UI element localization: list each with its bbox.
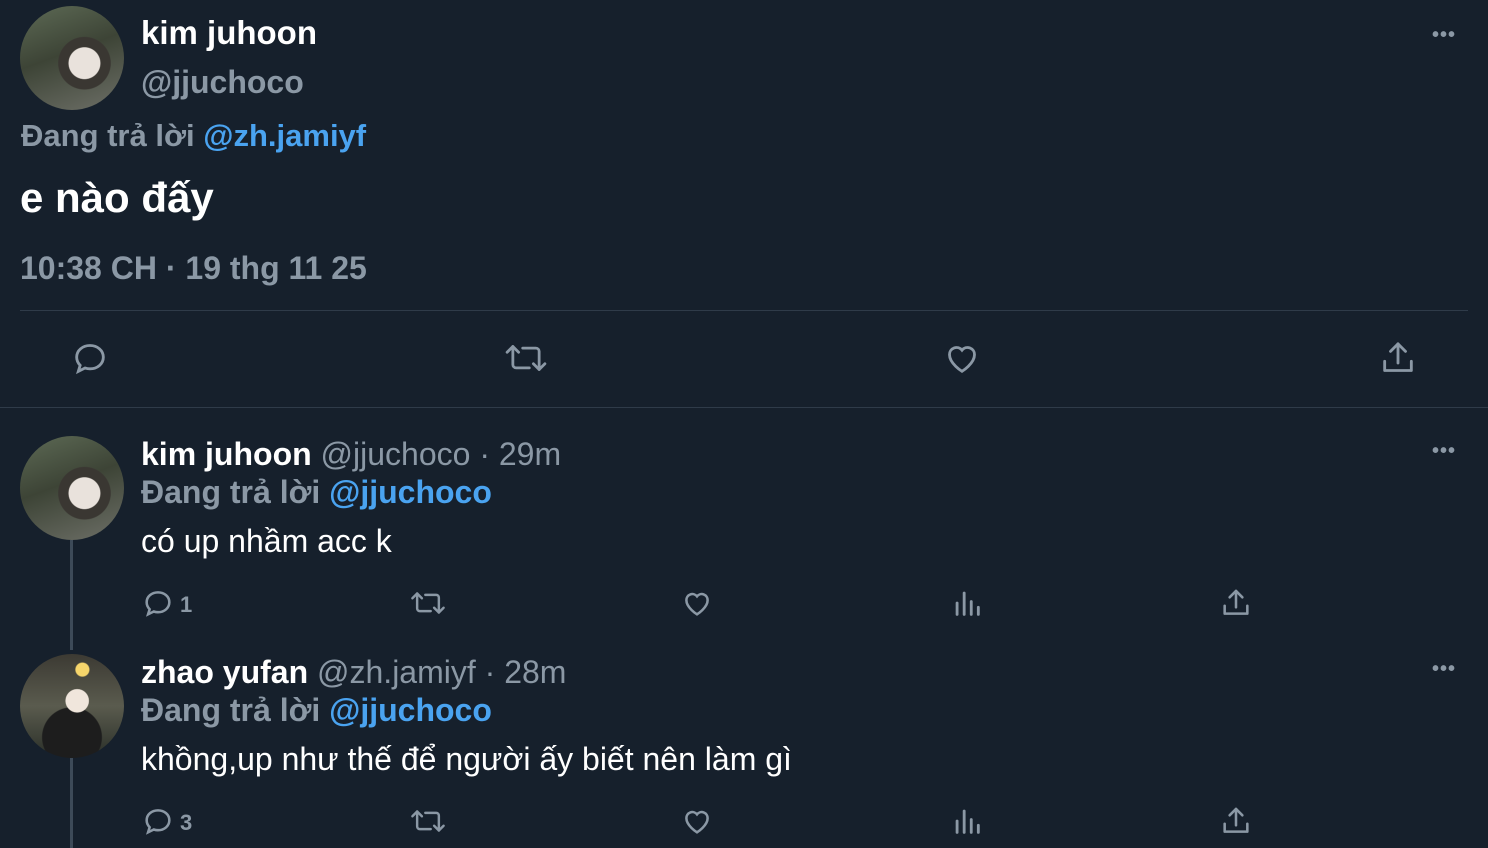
replying-to-link[interactable]: @jjuchoco: [329, 474, 492, 510]
share-icon[interactable]: [1219, 586, 1253, 620]
divider: [0, 407, 1488, 408]
replying-to-link[interactable]: @jjuchoco: [329, 692, 492, 728]
retweet-icon[interactable]: [409, 586, 447, 620]
reply-icon[interactable]: [141, 586, 175, 620]
avatar[interactable]: [20, 436, 124, 540]
retweet-icon[interactable]: [409, 804, 447, 838]
handle[interactable]: @jjuchoco: [321, 436, 471, 472]
tweet-text: có up nhầm acc k: [141, 523, 392, 559]
reply-count: 1: [180, 592, 193, 617]
analytics-icon[interactable]: [950, 804, 984, 838]
avatar[interactable]: [20, 6, 124, 110]
heart-icon[interactable]: [680, 804, 714, 838]
tweet-age[interactable]: · 28m: [485, 654, 567, 690]
replying-to: Đang trả lời @jjuchoco: [141, 474, 492, 511]
reply-count: 3: [180, 810, 193, 835]
tweet-header: zhao yufan @zh.jamiyf · 28m: [141, 654, 566, 691]
replying-to-link[interactable]: @zh.jamiyf: [203, 118, 366, 153]
replying-prefix: Đang trả lời: [141, 474, 321, 510]
reply-icon[interactable]: [70, 338, 110, 378]
thread-line: [70, 758, 73, 848]
replying-to: Đang trả lời @zh.jamiyf: [21, 118, 366, 154]
analytics-icon[interactable]: [950, 586, 984, 620]
avatar[interactable]: [20, 654, 124, 758]
display-name[interactable]: kim juhoon: [141, 436, 312, 472]
more-options-button[interactable]: •••: [1432, 440, 1456, 463]
thread-line: [70, 540, 73, 650]
more-options-button[interactable]: •••: [1432, 24, 1456, 47]
handle[interactable]: @zh.jamiyf: [317, 654, 476, 690]
heart-icon[interactable]: [680, 586, 714, 620]
tweet-header: kim juhoon @jjuchoco · 29m: [141, 436, 561, 473]
replying-prefix: Đang trả lời: [21, 118, 195, 153]
divider: [20, 310, 1468, 311]
replying-to: Đang trả lời @jjuchoco: [141, 692, 492, 729]
handle[interactable]: @jjuchoco: [141, 64, 304, 101]
timestamp[interactable]: 10:38 CH · 19 thg 11 25: [20, 250, 367, 287]
heart-icon[interactable]: [942, 338, 982, 378]
display-name[interactable]: zhao yufan: [141, 654, 308, 690]
tweet-text: e nào đấy: [20, 174, 214, 221]
tweet-age[interactable]: · 29m: [479, 436, 561, 472]
reply-icon[interactable]: [141, 804, 175, 838]
display-name[interactable]: kim juhoon: [141, 14, 317, 52]
tweet-text: khồng,up như thế để người ấy biết nên là…: [141, 741, 792, 777]
retweet-icon[interactable]: [503, 338, 549, 378]
more-options-button[interactable]: •••: [1432, 658, 1456, 681]
share-icon[interactable]: [1219, 804, 1253, 838]
share-icon[interactable]: [1378, 338, 1418, 378]
replying-prefix: Đang trả lời: [141, 692, 321, 728]
